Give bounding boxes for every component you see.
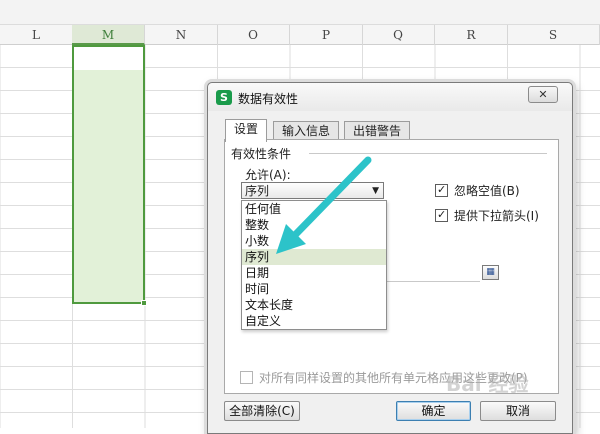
list-item-date[interactable]: 日期 bbox=[242, 265, 386, 281]
watermark: Bai 经验 bbox=[446, 372, 529, 396]
clear-all-button[interactable]: 全部清除(C) bbox=[224, 401, 300, 421]
ignore-blank-checkbox[interactable] bbox=[435, 183, 448, 197]
column-header-p[interactable]: P bbox=[290, 25, 363, 45]
list-item-any-value[interactable]: 任何值 bbox=[242, 201, 386, 217]
chevron-down-icon[interactable]: ▼ bbox=[372, 184, 379, 198]
cancel-button[interactable]: 取消 bbox=[480, 401, 556, 421]
range-picker-icon: ▦ bbox=[486, 267, 495, 277]
ok-button[interactable]: 确定 bbox=[396, 401, 471, 421]
column-header-n[interactable]: N bbox=[145, 25, 218, 45]
column-header-q[interactable]: Q bbox=[362, 25, 435, 45]
allow-dropdown-list: 任何值 整数 小数 序列 日期 时间 文本长度 自定义 bbox=[241, 200, 387, 330]
group-divider bbox=[309, 153, 547, 154]
column-header-r[interactable]: R bbox=[435, 25, 508, 45]
allow-select[interactable]: 序列 ▼ bbox=[241, 182, 384, 199]
settings-panel: 有效性条件 允许(A): 序列 ▼ 任何值 整数 小数 序列 日期 时间 文本长… bbox=[224, 139, 559, 394]
in-cell-dropdown-checkbox[interactable] bbox=[435, 208, 448, 222]
selected-range[interactable] bbox=[72, 45, 145, 304]
fill-handle[interactable] bbox=[141, 300, 147, 306]
list-item-time[interactable]: 时间 bbox=[242, 281, 386, 297]
tab-input-message[interactable]: 输入信息 bbox=[273, 121, 340, 141]
column-header-m[interactable]: M bbox=[72, 25, 145, 45]
in-cell-dropdown-label: 提供下拉箭头(I) bbox=[454, 209, 539, 223]
allow-label: 允许(A): bbox=[245, 168, 291, 182]
list-item-whole-number[interactable]: 整数 bbox=[242, 217, 386, 233]
close-icon: ✕ bbox=[538, 88, 548, 101]
allow-select-value: 序列 bbox=[245, 184, 270, 198]
close-button[interactable]: ✕ bbox=[528, 86, 558, 103]
column-header-row: L M N O P Q R S bbox=[0, 25, 600, 45]
tab-error-alert[interactable]: 出错警告 bbox=[344, 121, 411, 141]
list-item-text-length[interactable]: 文本长度 bbox=[242, 297, 386, 313]
dialog-titlebar[interactable]: S 数据有效性 ✕ bbox=[208, 83, 572, 111]
list-item-custom[interactable]: 自定义 bbox=[242, 313, 386, 329]
column-header-l[interactable]: L bbox=[0, 25, 73, 45]
source-input[interactable] bbox=[384, 267, 480, 282]
tab-settings[interactable]: 设置 bbox=[225, 119, 268, 142]
column-header-s[interactable]: S bbox=[507, 25, 600, 45]
ignore-blank-label: 忽略空值(B) bbox=[454, 184, 520, 198]
toolbar-strip bbox=[0, 0, 600, 25]
list-item-decimal[interactable]: 小数 bbox=[242, 233, 386, 249]
column-header-o[interactable]: O bbox=[217, 25, 290, 45]
dialog-title: 数据有效性 bbox=[238, 92, 299, 106]
validation-criteria-title: 有效性条件 bbox=[231, 145, 296, 162]
wps-app-icon: S bbox=[216, 90, 232, 105]
apply-all-checkbox[interactable] bbox=[240, 371, 253, 384]
range-select-button[interactable]: ▦ bbox=[482, 265, 499, 280]
active-cell[interactable] bbox=[74, 47, 143, 70]
list-item-sequence[interactable]: 序列 bbox=[242, 249, 386, 265]
